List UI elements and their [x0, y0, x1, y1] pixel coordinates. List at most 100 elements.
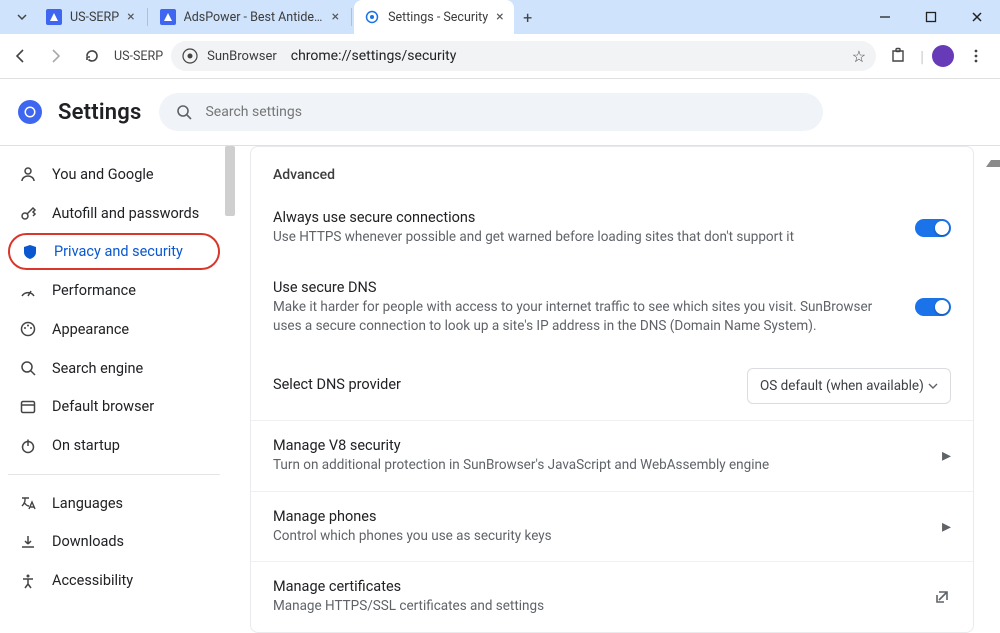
key-icon — [18, 203, 38, 223]
settings-card-advanced: Advanced Always use secure connections U… — [250, 146, 974, 633]
toggle-secure-connections[interactable] — [915, 219, 951, 237]
sidebar-item-appearance[interactable]: Appearance — [8, 311, 220, 348]
speedometer-icon — [18, 281, 38, 301]
kebab-menu[interactable] — [962, 42, 990, 70]
favicon-adspower-icon — [160, 9, 176, 25]
shield-icon — [20, 242, 40, 262]
translate-icon — [18, 493, 38, 513]
sidebar-item-you-and-google[interactable]: You and Google — [8, 156, 220, 193]
forward-button[interactable] — [42, 42, 70, 70]
titlebar: US-SERP × AdsPower - Best Antidetect B ×… — [0, 0, 1000, 34]
page-title: Settings — [58, 100, 141, 125]
toolbar: US-SERP SunBrowser chrome://settings/sec… — [0, 34, 1000, 78]
window-close-button[interactable] — [954, 0, 1000, 34]
gear-icon — [364, 9, 380, 25]
sidebar-label: Search engine — [52, 360, 143, 377]
sidebar-label: Appearance — [52, 321, 129, 338]
sidebar-item-autofill[interactable]: Autofill and passwords — [8, 195, 220, 232]
extensions-button[interactable] — [884, 42, 912, 70]
back-button[interactable] — [6, 42, 34, 70]
external-link-icon — [933, 588, 951, 606]
row-sub: Manage HTTPS/SSL certificates and settin… — [273, 597, 917, 616]
row-manage-certificates[interactable]: Manage certificates Manage HTTPS/SSL cer… — [251, 561, 973, 632]
toolbar-separator: | — [920, 47, 924, 66]
tab-adspower[interactable]: AdsPower - Best Antidetect B × — [150, 0, 349, 34]
sidebar-label: Downloads — [52, 533, 124, 550]
row-title: Manage V8 security — [273, 437, 926, 454]
chevron-right-icon: ▸ — [942, 516, 951, 537]
tab-title: AdsPower - Best Antidetect B — [184, 10, 324, 25]
sidebar-item-on-startup[interactable]: On startup — [8, 427, 220, 464]
close-icon[interactable]: × — [127, 9, 134, 25]
tab-title: US-SERP — [70, 10, 119, 25]
sunbrowser-logo-icon — [181, 47, 199, 65]
section-title: Advanced — [251, 147, 973, 193]
select-value: OS default (when available) — [760, 378, 924, 394]
sidebar-label: Autofill and passwords — [52, 205, 199, 222]
chevron-right-icon: ▸ — [942, 445, 951, 466]
reload-button[interactable] — [78, 42, 106, 70]
sidebar-item-search-engine[interactable]: Search engine — [8, 350, 220, 387]
sidebar-label: Privacy and security — [54, 243, 183, 260]
row-title: Use secure DNS — [273, 279, 899, 296]
row-sub: Use HTTPS whenever possible and get warn… — [273, 228, 899, 247]
row-title: Select DNS provider — [273, 376, 731, 393]
bookmark-star-icon[interactable]: ☆ — [852, 47, 866, 66]
sidebar-label: On startup — [52, 437, 120, 454]
settings-search[interactable] — [159, 93, 823, 131]
url-text: chrome://settings/security — [291, 48, 457, 64]
sidebar-item-performance[interactable]: Performance — [8, 272, 220, 309]
row-dns-provider: Select DNS provider OS default (when ava… — [251, 352, 973, 420]
tab-title: Settings - Security — [388, 10, 488, 25]
close-icon[interactable]: × — [496, 9, 503, 25]
window-icon — [18, 397, 38, 417]
download-icon — [18, 532, 38, 552]
site-name: SunBrowser — [207, 49, 277, 64]
tab-menu-caret[interactable] — [8, 0, 36, 34]
close-icon[interactable]: × — [332, 9, 339, 25]
row-title: Always use secure connections — [273, 209, 899, 226]
palette-icon — [18, 319, 38, 339]
chevron-down-icon — [928, 381, 938, 391]
sidebar-item-default-browser[interactable]: Default browser — [8, 388, 220, 425]
sidebar-item-languages[interactable]: Languages — [8, 485, 220, 522]
sidebar-item-privacy-security[interactable]: Privacy and security — [8, 233, 220, 270]
tab-us-serp[interactable]: US-SERP × — [36, 0, 145, 34]
sidebar-item-downloads[interactable]: Downloads — [8, 524, 220, 561]
tab-settings[interactable]: Settings - Security × — [354, 0, 514, 34]
settings-header: Settings — [0, 79, 1000, 145]
row-v8-security[interactable]: Manage V8 security Turn on additional pr… — [251, 420, 973, 491]
sidebar-item-accessibility[interactable]: Accessibility — [8, 562, 220, 599]
row-manage-phones[interactable]: Manage phones Control which phones you u… — [251, 491, 973, 562]
row-sub: Control which phones you use as security… — [273, 527, 926, 546]
search-icon — [175, 103, 193, 121]
sidebar-label: You and Google — [52, 166, 154, 183]
row-sub: Make it harder for people with access to… — [273, 298, 899, 336]
profile-label: US-SERP — [114, 49, 163, 64]
search-icon — [18, 358, 38, 378]
address-bar[interactable]: SunBrowser chrome://settings/security ☆ — [171, 41, 876, 71]
row-secure-connections: Always use secure connections Use HTTPS … — [251, 193, 973, 263]
row-title: Manage phones — [273, 508, 926, 525]
row-sub: Turn on additional protection in SunBrow… — [273, 456, 926, 475]
chrome-logo-icon — [16, 98, 44, 126]
favicon-adspower-icon — [46, 9, 62, 25]
toggle-secure-dns[interactable] — [915, 298, 951, 316]
content-scrollbar[interactable] — [986, 148, 998, 611]
sidebar-label: Accessibility — [52, 572, 133, 589]
row-secure-dns: Use secure DNS Make it harder for people… — [251, 263, 973, 352]
sidebar-label: Languages — [52, 495, 123, 512]
sidebar: You and Google Autofill and passwords Pr… — [0, 146, 230, 609]
accessibility-icon — [18, 571, 38, 591]
maximize-button[interactable] — [908, 0, 954, 34]
row-title: Manage certificates — [273, 578, 917, 595]
sidebar-label: Performance — [52, 282, 136, 299]
new-tab-button[interactable]: + — [514, 0, 542, 34]
select-dns-provider[interactable]: OS default (when available) — [747, 368, 951, 404]
sidebar-label: Default browser — [52, 398, 154, 415]
profile-avatar[interactable] — [932, 45, 954, 67]
minimize-button[interactable] — [862, 0, 908, 34]
person-icon — [18, 164, 38, 184]
search-input[interactable] — [205, 104, 807, 120]
power-icon — [18, 436, 38, 456]
